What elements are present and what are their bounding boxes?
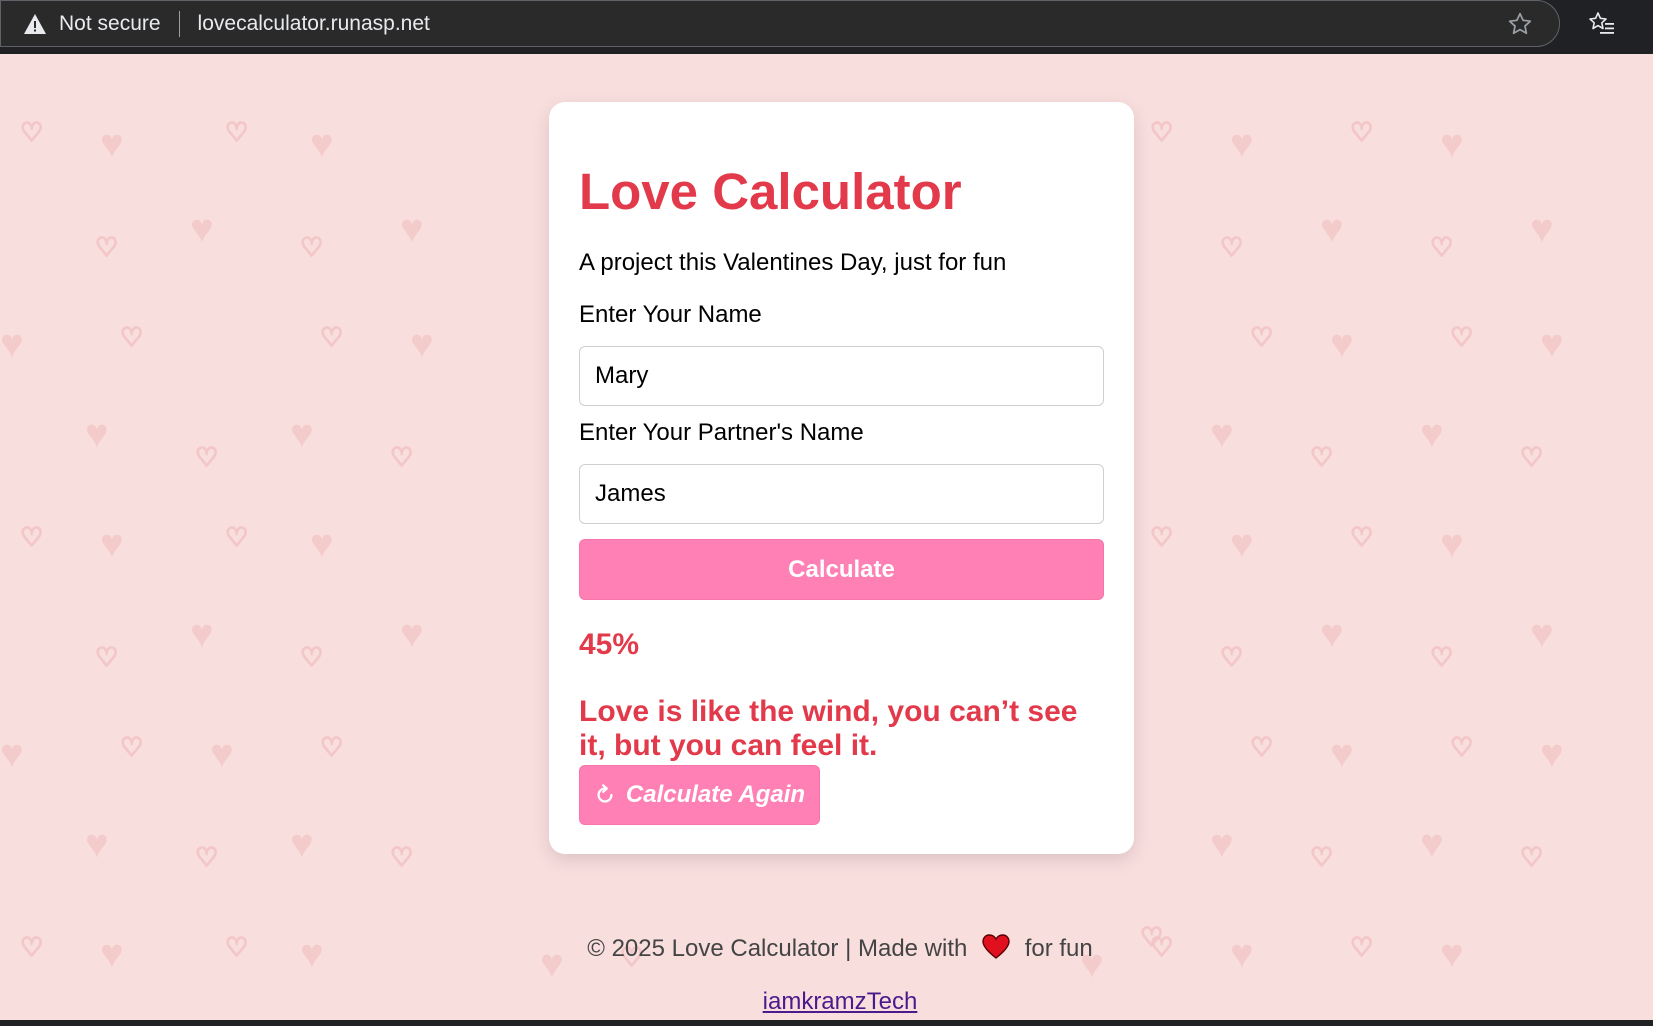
subtitle: A project this Valentines Day, just for … xyxy=(579,249,1007,276)
warning-icon[interactable] xyxy=(23,12,47,36)
page-title: Love Calculator xyxy=(579,163,962,220)
calculate-again-label: Calculate Again xyxy=(625,781,806,808)
bottom-edge xyxy=(0,1020,1653,1026)
credit: iamkramzTech xyxy=(0,988,1653,1016)
favorites-icon[interactable] xyxy=(1588,11,1616,37)
partner-name-input[interactable] xyxy=(579,464,1104,524)
result-quote: Love is like the wind, you can’t see it,… xyxy=(579,695,1078,762)
calculate-button[interactable]: Calculate xyxy=(579,539,1104,600)
partner-name-label: Enter Your Partner's Name xyxy=(579,419,864,446)
footer: © 2025 Love Calculator | Made with for f… xyxy=(0,934,1653,967)
footer-for-fun: for fun xyxy=(1024,935,1093,962)
credit-link[interactable]: iamkramzTech xyxy=(763,988,918,1015)
name-input[interactable] xyxy=(579,346,1104,406)
footer-copyright: © 2025 Love Calculator | Made with xyxy=(587,935,968,962)
address-bar[interactable]: Not secure lovecalculator.runasp.net xyxy=(0,0,1560,47)
divider xyxy=(178,10,180,37)
url-text[interactable]: lovecalculator.runasp.net xyxy=(198,12,430,36)
star-icon[interactable] xyxy=(1507,11,1533,37)
security-label[interactable]: Not secure xyxy=(59,12,161,36)
result-percentage: 45% xyxy=(579,628,640,661)
heart-icon xyxy=(982,934,1010,967)
calculate-again-button[interactable]: Calculate Again xyxy=(579,765,820,825)
browser-toolbar: Not secure lovecalculator.runasp.net xyxy=(0,0,1653,54)
refresh-icon xyxy=(594,784,616,806)
calculator-card: Love Calculator A project this Valentine… xyxy=(549,102,1134,854)
name-label: Enter Your Name xyxy=(579,301,762,328)
